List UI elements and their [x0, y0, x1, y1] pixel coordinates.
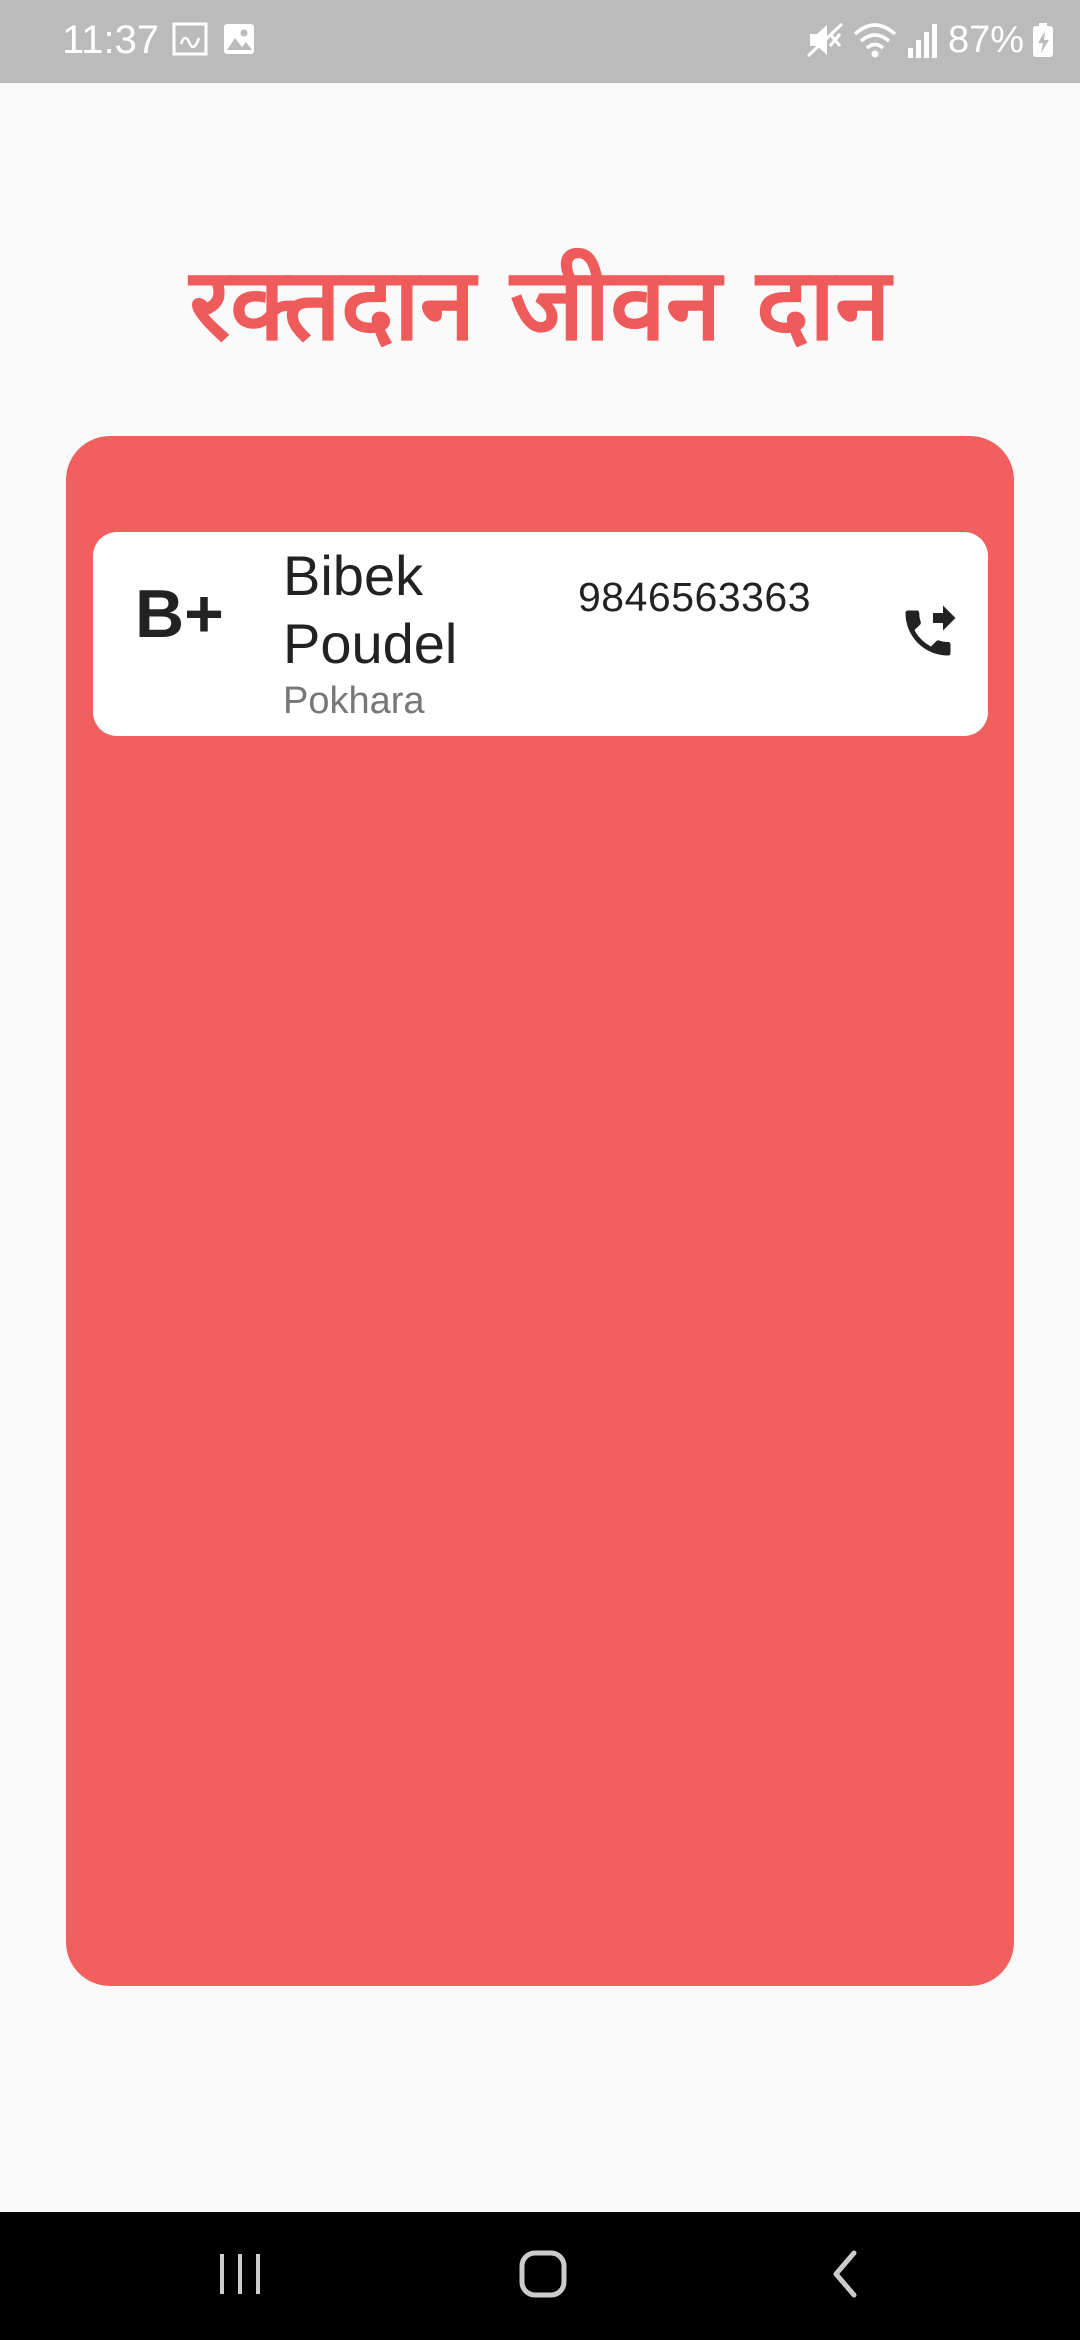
- phone-forward-icon: [898, 603, 958, 668]
- recents-button[interactable]: [190, 2236, 290, 2316]
- donor-city: Pokhara: [283, 680, 425, 722]
- status-left-icons: [172, 22, 256, 56]
- battery-charging-icon: [1032, 22, 1054, 58]
- mute-icon: [806, 20, 844, 60]
- gallery-icon: [222, 22, 256, 56]
- donor-name: Bibek Poudel: [283, 544, 458, 675]
- status-time: 11:37: [62, 18, 160, 62]
- donor-card[interactable]: B+ Bibek Poudel Pokhara 9846563363: [93, 532, 988, 736]
- recents-icon: [217, 2252, 263, 2301]
- home-button[interactable]: [493, 2236, 593, 2316]
- back-button[interactable]: [795, 2236, 895, 2316]
- home-icon: [518, 2249, 568, 2304]
- page-title: रक्तदान जीवन दान: [189, 246, 891, 363]
- signal-icon: [906, 20, 940, 60]
- donor-phone-number: 9846563363: [578, 574, 812, 620]
- navigation-bar: [0, 2212, 1080, 2340]
- call-button[interactable]: [885, 592, 971, 678]
- battery-percentage: 87%: [947, 19, 1024, 61]
- back-icon: [828, 2249, 862, 2304]
- blood-group-label: B+: [135, 576, 224, 652]
- calendar-icon: [172, 22, 208, 56]
- status-right-icons: 87%: [806, 14, 1054, 66]
- status-bar: 11:37 87%: [0, 0, 1080, 83]
- wifi-icon: [852, 20, 898, 60]
- donor-list-panel: B+ Bibek Poudel Pokhara 9846563363: [66, 436, 1014, 1986]
